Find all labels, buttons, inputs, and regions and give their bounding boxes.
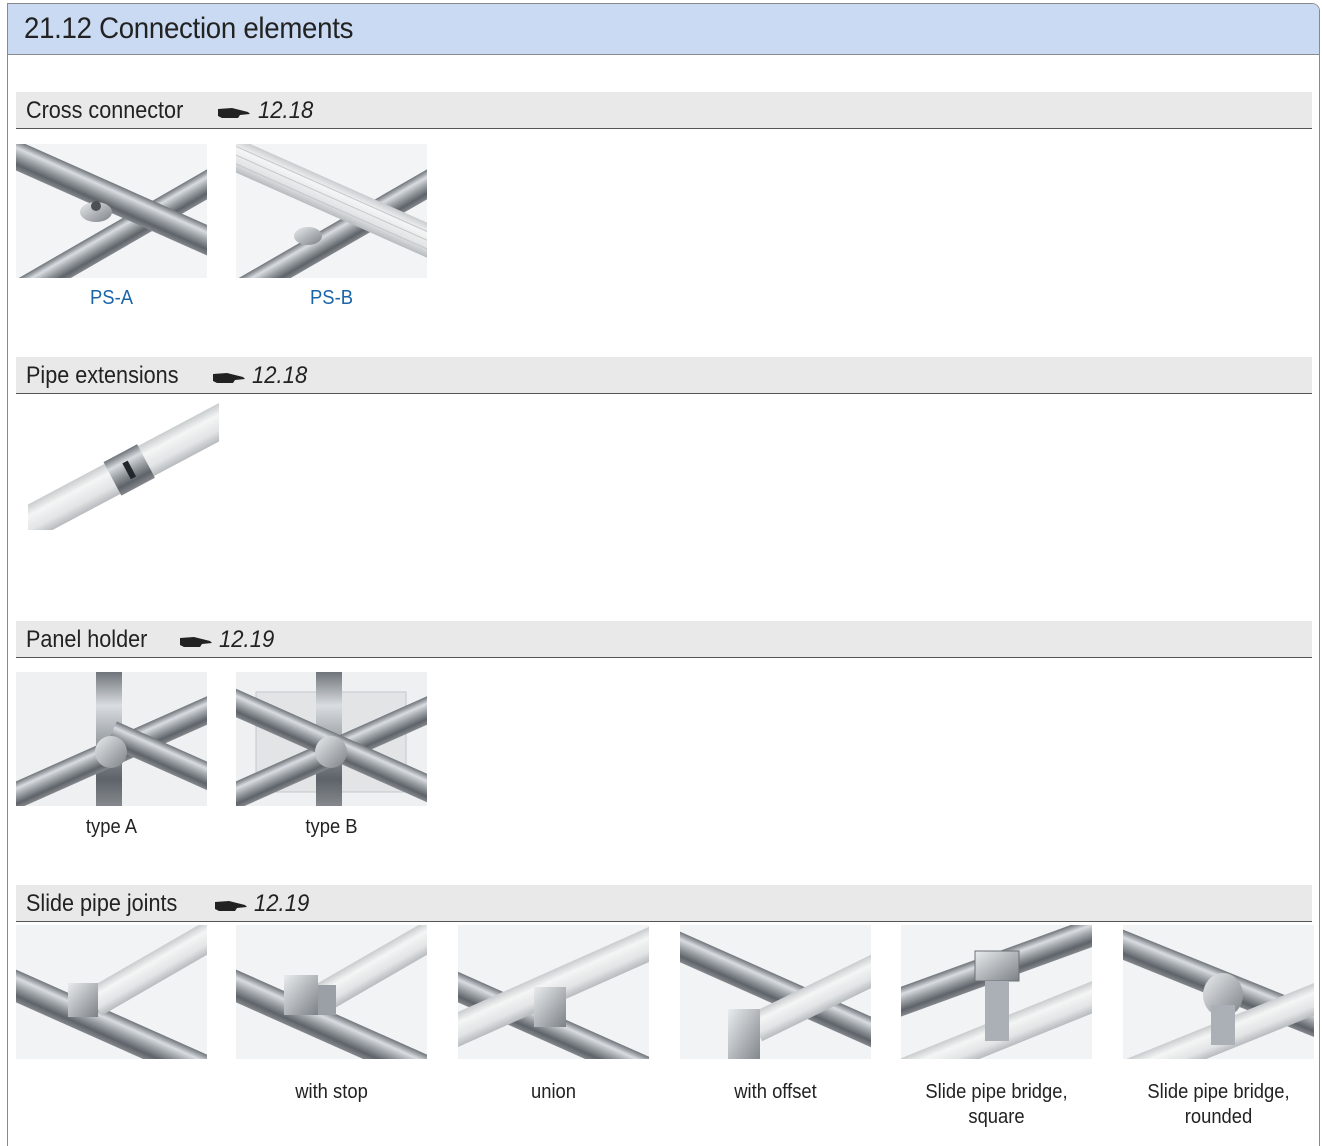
product-image-panel-holder-type-b[interactable] [236, 672, 427, 806]
section-header-slide-pipe-joints: Slide pipe joints 12.19 [16, 885, 1312, 922]
section-reference[interactable]: 12.18 [252, 362, 307, 390]
section-title: Panel holder [26, 626, 148, 653]
section-header-pipe-extensions: Pipe extensions 12.18 [16, 357, 1312, 394]
section-reference[interactable]: 12.18 [258, 97, 313, 125]
product-image-slide-pipe-joint-with-stop[interactable] [236, 925, 427, 1059]
product-image-slide-pipe-joint-with-offset[interactable] [680, 925, 871, 1059]
section-header-cross-connector: Cross connector 12.18 [16, 92, 1312, 129]
product-caption: union [530, 1081, 577, 1103]
product-image-ps-b[interactable] [236, 144, 427, 278]
section-reference[interactable]: 12.19 [219, 626, 274, 654]
pointing-hand-icon [215, 901, 247, 911]
pointing-hand-icon [213, 373, 245, 383]
section-title: Pipe extensions [26, 362, 179, 389]
product-caption-link[interactable]: PS-B [244, 286, 420, 311]
product-image-slide-pipe-bridge-rounded[interactable] [1123, 925, 1314, 1059]
product-caption: type A [85, 816, 138, 838]
section-header-panel-holder: Panel holder 12.19 [16, 621, 1312, 658]
product-image-ps-a[interactable] [16, 144, 207, 278]
section-reference[interactable]: 12.19 [254, 890, 309, 918]
product-image-slide-pipe-joint[interactable] [16, 925, 207, 1059]
title-bar: 21.12 Connection elements [8, 4, 1319, 55]
product-caption: with stop [295, 1081, 368, 1103]
page-title: 21.12 Connection elements [24, 12, 354, 45]
product-caption: Slide pipe bridge, rounded [1147, 1081, 1290, 1128]
product-image-slide-pipe-bridge-square[interactable] [901, 925, 1092, 1059]
product-image-pipe-extension[interactable] [28, 396, 219, 530]
product-caption: type B [305, 816, 358, 838]
product-caption: Slide pipe bridge, square [925, 1081, 1068, 1128]
pointing-hand-icon [180, 637, 212, 647]
section-title: Cross connector [26, 97, 184, 124]
pointing-hand-icon [218, 108, 250, 118]
section-title: Slide pipe joints [26, 890, 178, 917]
product-image-slide-pipe-joint-union[interactable] [458, 925, 649, 1059]
catalog-page: 21.12 Connection elements Cross connecto… [0, 0, 1322, 1146]
product-caption: with offset [734, 1081, 817, 1103]
product-caption-link[interactable]: PS-A [24, 286, 200, 311]
product-image-panel-holder-type-a[interactable] [16, 672, 207, 806]
